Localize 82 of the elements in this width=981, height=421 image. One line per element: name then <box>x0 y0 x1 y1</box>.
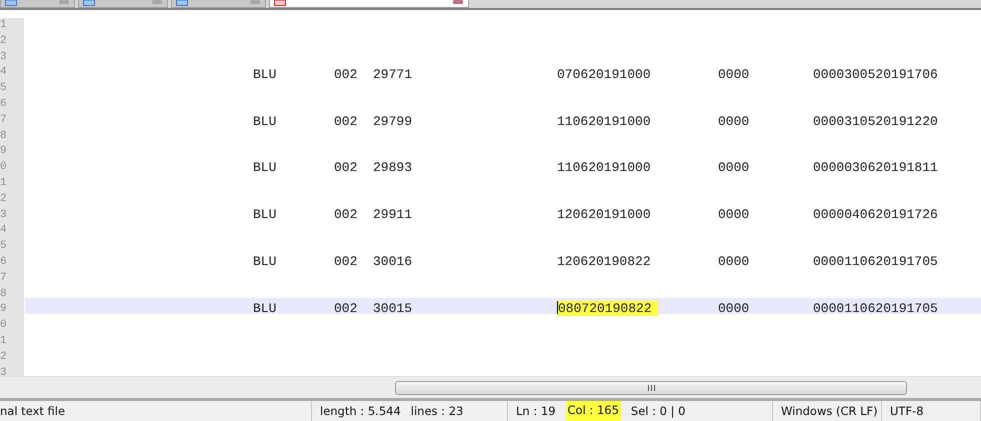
text-value: BLU <box>253 114 276 129</box>
close-icon[interactable] <box>249 0 261 5</box>
status-text: UTF-8 <box>890 404 924 418</box>
line-number: 5 <box>0 239 8 254</box>
line-number: 8 <box>0 286 8 302</box>
text-value: 0000 <box>718 66 750 82</box>
file-tab[interactable] <box>0 0 75 8</box>
file-icon <box>274 0 286 6</box>
text-value: 110620191000 <box>557 114 651 129</box>
scrollbar-thumb[interactable] <box>395 380 907 394</box>
text-value: BLU <box>253 207 276 222</box>
file-icon <box>83 0 95 6</box>
text-value: 070620191000 <box>557 66 651 82</box>
close-icon[interactable] <box>58 0 70 5</box>
text-value: 002 <box>334 160 358 176</box>
line-number: 1 <box>0 18 8 33</box>
text-value: 002 <box>334 66 358 82</box>
line-number: 1 <box>0 334 8 349</box>
text-value: 0000 <box>718 207 750 222</box>
text-value: BLU <box>253 300 276 316</box>
line-number: 3 <box>0 50 8 65</box>
text-value: 30015 <box>373 300 412 316</box>
line-number: 7 <box>0 270 8 286</box>
file-tab[interactable] <box>78 0 168 8</box>
line-number: 4 <box>0 223 8 238</box>
text-value: 0000 <box>718 254 750 269</box>
text-value: 002 <box>334 300 358 316</box>
status-text: lines : 23 <box>410 404 464 418</box>
line-number: 3 <box>0 366 8 381</box>
text-value: 002 <box>334 114 358 129</box>
text-value: 080720190822 <box>557 300 658 316</box>
text-value: 002 <box>334 207 358 222</box>
file-icon <box>5 0 17 6</box>
text-value: 0000110620191705 <box>813 254 938 269</box>
text-value: 0000030620191811 <box>813 160 938 176</box>
text-value: 29911 <box>373 207 412 222</box>
text-value: 0000110620191705 <box>813 300 938 316</box>
text-value: 002 <box>334 254 358 269</box>
status-text: Sel : 0 | 0 <box>630 404 686 418</box>
line-number: 1 <box>0 176 8 191</box>
line-number: 3 <box>0 208 8 223</box>
close-icon[interactable] <box>151 0 163 5</box>
status-text: length : 5.544 <box>320 404 401 418</box>
status-text: Col : 165 <box>566 401 621 421</box>
text-value: 0000040620191726 <box>813 207 938 222</box>
line-number: 0 <box>0 318 8 334</box>
text-value: 120620190822 <box>557 254 651 269</box>
text-value: BLU <box>253 160 276 176</box>
status-text: Windows (CR LF) <box>781 404 878 418</box>
status-text: Ln : 19 <box>516 404 556 418</box>
text-value: BLU <box>253 254 276 269</box>
text-value: 29799 <box>373 114 412 129</box>
file-tab[interactable] <box>171 0 266 8</box>
line-number: 2 <box>0 350 8 365</box>
status-text: nal text file <box>0 404 66 418</box>
line-number: 6 <box>0 254 8 270</box>
text-value: 110620191000 <box>557 160 651 176</box>
text-value: 30016 <box>373 254 412 269</box>
line-number: 5 <box>0 81 8 96</box>
line-number: 2 <box>0 34 8 49</box>
text-value: 120620191000 <box>557 207 651 222</box>
line-number: 2 <box>0 192 8 207</box>
file-icon <box>176 0 188 6</box>
line-number: 6 <box>0 96 8 112</box>
horizontal-scrollbar[interactable] <box>0 376 981 398</box>
line-number: 4 <box>0 65 8 80</box>
line-number: 0 <box>0 160 8 176</box>
text-value: 0000 <box>718 160 750 176</box>
close-icon[interactable] <box>452 0 464 5</box>
text-value: 29893 <box>373 160 412 176</box>
line-number: 9 <box>0 302 8 318</box>
text-value: 0000 <box>718 300 750 316</box>
text-value: 0000300520191706 <box>813 66 938 82</box>
file-tab[interactable] <box>269 0 469 8</box>
line-number: 7 <box>0 112 8 128</box>
text-value: 29771 <box>373 66 412 82</box>
text-value: BLU <box>253 66 276 82</box>
text-value: 0000310520191220 <box>813 114 938 129</box>
grip-icon <box>648 384 654 390</box>
line-number: 8 <box>0 128 8 144</box>
line-number: 9 <box>0 144 8 160</box>
text-value: 0000 <box>718 114 750 129</box>
